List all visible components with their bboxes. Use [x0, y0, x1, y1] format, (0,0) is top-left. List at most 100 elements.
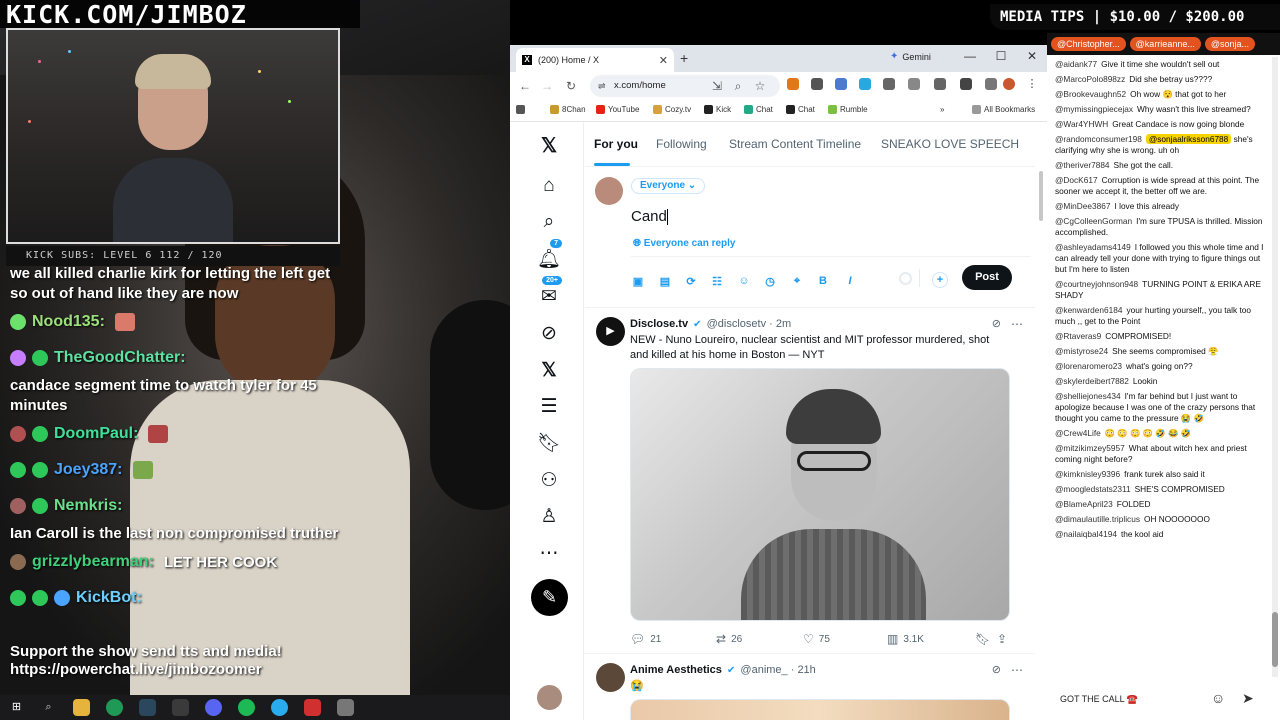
tab-for-you[interactable]: For you — [594, 137, 638, 151]
more-bookmarks-icon[interactable]: » — [940, 105, 944, 114]
start-icon[interactable]: ⊞ — [8, 699, 25, 716]
sidebar-icon[interactable] — [934, 78, 946, 90]
communities-icon[interactable]: ⚇ — [534, 465, 564, 495]
profile-avatar-icon[interactable] — [1003, 78, 1015, 90]
emoji-icon[interactable]: ☺ — [736, 275, 752, 287]
minimize-icon[interactable]: — — [960, 49, 980, 63]
grok-icon[interactable]: ⊘ — [992, 317, 1001, 330]
media-icon[interactable]: ▣ — [630, 275, 646, 288]
grok-icon[interactable]: ⊘ — [992, 663, 1001, 676]
anime-aesthetics-avatar[interactable] — [596, 663, 625, 692]
telegram-icon[interactable] — [271, 699, 288, 716]
folder-icon[interactable] — [73, 699, 90, 716]
bookmark-button[interactable]: 🔖︎ — [975, 632, 995, 646]
tweet-handle[interactable]: @anime_ · 21h — [740, 664, 815, 676]
tweet-author[interactable]: Disclose.tv — [630, 318, 688, 330]
share-button[interactable]: ⇪ — [997, 632, 1012, 646]
more-options-icon[interactable]: ⋯ — [1011, 663, 1023, 677]
bookmark-chat[interactable]: Chat — [744, 105, 773, 114]
reply-button[interactable]: 💬︎ 21 — [630, 632, 661, 646]
more-icon[interactable]: ⋯ — [534, 538, 564, 568]
app-icon[interactable] — [304, 699, 321, 716]
gemini-button[interactable]: ✦ Gemini — [890, 51, 931, 62]
repost-button[interactable]: ⇄ 26 — [716, 632, 742, 646]
reply-setting-button[interactable]: 🌐︎ Everyone can reply — [633, 238, 736, 249]
pinned-user[interactable]: @sonja... — [1204, 37, 1255, 51]
notifications-icon[interactable]: 🔔︎ 7 — [534, 239, 564, 274]
search-icon[interactable]: ⌕ — [40, 699, 57, 716]
extension-icon[interactable] — [859, 78, 871, 90]
apps-grid-icon[interactable] — [516, 105, 528, 114]
views-button[interactable]: ▥ 3.1K — [887, 632, 924, 646]
poll-icon[interactable]: ☷ — [709, 275, 725, 288]
lists-icon[interactable]: ☰ — [534, 391, 564, 421]
italic-icon[interactable]: I — [842, 275, 858, 287]
bookmark-youtube[interactable]: YouTube — [596, 105, 639, 114]
profile-icon[interactable]: ♙ — [534, 501, 564, 531]
grok-image-icon[interactable]: ⟳ — [683, 275, 699, 288]
premium-icon[interactable]: 𝕏 — [534, 355, 564, 385]
close-tab-icon[interactable]: ✕ — [659, 54, 668, 67]
install-icon[interactable]: ⇲ — [706, 79, 728, 93]
home-icon[interactable]: ⌂ — [534, 171, 564, 201]
extension-icon[interactable] — [835, 78, 847, 90]
steam-icon[interactable] — [139, 699, 156, 716]
like-button[interactable]: ♡ 75 — [803, 632, 830, 646]
tab-sneako-love-speech[interactable]: SNEAKO LOVE SPEECH — [881, 137, 1019, 151]
site-info-icon[interactable]: ⇌ — [598, 75, 606, 97]
post-text-input[interactable]: Cand — [631, 208, 668, 225]
extension-icon[interactable] — [883, 78, 895, 90]
zoom-icon[interactable]: ⌕ — [727, 79, 749, 94]
account-avatar[interactable] — [535, 683, 564, 712]
tweet-author[interactable]: Anime Aesthetics — [630, 664, 722, 676]
forward-icon[interactable]: → — [536, 79, 558, 93]
share-icon[interactable] — [985, 78, 997, 90]
audience-selector[interactable]: Everyone ⌄ — [631, 178, 706, 194]
chrome-icon[interactable] — [106, 699, 123, 716]
mention-tag[interactable]: @sonjaalriksson6788 — [1145, 134, 1232, 144]
app-icon[interactable] — [172, 699, 189, 716]
chat-scrollbar[interactable] — [1272, 57, 1278, 677]
bookmark-star-icon[interactable]: ☆ — [749, 79, 771, 93]
tweet[interactable]: Anime Aesthetics ✔ @anime_ · 21h ⊘ ⋯ 😭 — [585, 655, 1035, 720]
grok-icon[interactable]: ⊘ — [534, 318, 564, 348]
search-icon[interactable]: ⌕ — [534, 207, 564, 237]
post-button[interactable]: Post — [962, 265, 1012, 290]
tweet-image[interactable] — [630, 368, 1010, 621]
tweet-image[interactable] — [630, 699, 1010, 720]
tweet-handle[interactable]: @disclosetv · 2m — [707, 318, 792, 330]
reload-icon[interactable]: ↻ — [560, 79, 582, 93]
metamask-icon[interactable] — [787, 78, 799, 90]
bookmark-cozy[interactable]: Cozy.tv — [653, 105, 691, 114]
extensions-puzzle-icon[interactable] — [908, 78, 920, 90]
all-bookmarks[interactable]: All Bookmarks — [972, 105, 1035, 114]
scrollbar-thumb[interactable] — [1272, 612, 1278, 667]
menu-dots-icon[interactable]: ⋮ — [1026, 78, 1038, 90]
location-icon[interactable]: ⌖ — [789, 275, 805, 288]
schedule-icon[interactable]: ◷ — [762, 275, 778, 288]
new-tab-icon[interactable]: + — [680, 50, 688, 66]
messages-icon[interactable]: ✉︎ 20+ — [534, 276, 564, 311]
bookmark-chat[interactable]: Chat — [786, 105, 815, 114]
disclose-avatar[interactable]: ▶ — [596, 317, 625, 346]
bookmark-kick[interactable]: Kick — [704, 105, 731, 114]
maximize-icon[interactable]: ☐ — [991, 49, 1011, 63]
send-icon[interactable]: ➤ — [1242, 690, 1254, 707]
tab-following[interactable]: Following — [656, 137, 707, 151]
add-post-icon[interactable]: + — [932, 272, 948, 288]
gif-icon[interactable]: ▤ — [657, 275, 673, 288]
bookmarks-icon[interactable]: 🔖︎ — [534, 428, 564, 458]
pinned-user[interactable]: @Christopher... — [1051, 37, 1126, 51]
browser-tab[interactable]: X (200) Home / X ✕ — [516, 48, 674, 72]
discord-icon[interactable] — [205, 699, 222, 716]
more-options-icon[interactable]: ⋯ — [1011, 317, 1023, 331]
x-logo-icon[interactable]: 𝕏 — [534, 130, 564, 160]
back-icon[interactable]: ← — [514, 79, 536, 93]
close-window-icon[interactable]: ✕ — [1022, 49, 1042, 63]
extension-icon[interactable] — [811, 78, 823, 90]
app-icon[interactable] — [337, 699, 354, 716]
download-icon[interactable] — [960, 78, 972, 90]
spotify-icon[interactable] — [238, 699, 255, 716]
compose-post-button[interactable]: ✎ — [531, 579, 568, 616]
bold-icon[interactable]: B — [815, 275, 831, 287]
